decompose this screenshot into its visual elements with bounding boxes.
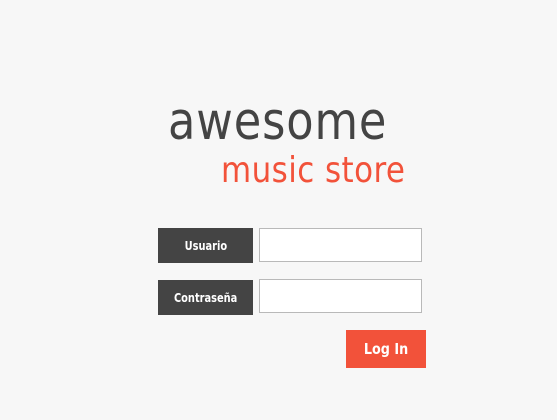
username-label: Usuario <box>158 228 253 263</box>
password-label: Contraseña <box>158 280 253 315</box>
username-label-text: Usuario <box>184 238 227 253</box>
login-button[interactable]: Log In <box>346 330 426 368</box>
logo-subtitle: music store <box>221 150 406 191</box>
login-button-label: Log In <box>363 340 409 358</box>
username-input[interactable] <box>259 228 422 262</box>
password-label-text: Contraseña <box>173 290 238 305</box>
logo-title: awesome <box>168 92 388 152</box>
login-page: awesome music store Usuario Contraseña L… <box>0 0 557 420</box>
password-input[interactable] <box>259 279 422 313</box>
